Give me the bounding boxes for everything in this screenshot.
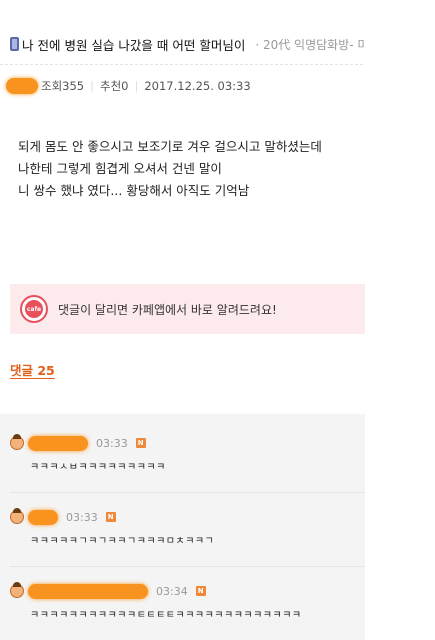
comment-meta: 03:33 N [10, 434, 365, 452]
comment-meta: 03:34 N [10, 582, 365, 600]
comment-time: 03:33 [66, 510, 98, 524]
commenter-name-redacted[interactable] [28, 435, 88, 451]
meta-separator: | [134, 79, 139, 93]
view-count: 조회355 [41, 79, 85, 93]
comment-meta: 03:33 N [10, 508, 365, 526]
cafe-logo-icon: cafe [20, 295, 48, 323]
comment-text: ㅋㅋㅋㅋㅋㅋㅋㅋㅋㅋㅋㅌㅌㅌㅌㅋㅋㅋㅋㅋㅋㅋㅋㅋㅋㅋㅋㅋ [30, 610, 302, 621]
post-meta: 조회355 | 추천0 | 2017.12.25. 03:33 [6, 74, 251, 98]
comment-divider [10, 492, 365, 493]
new-badge-icon: N [105, 512, 116, 522]
comment-time: 03:34 [156, 584, 188, 598]
comment-item: 03:34 N ㅋㅋㅋㅋㅋㅋㅋㅋㅋㅋㅋㅌㅌㅌㅌㅋㅋㅋㅋㅋㅋㅋㅋㅋㅋㅋㅋㅋ [10, 582, 365, 621]
comment-item: 03:33 N ㅋㅋㅋㅋㅋㄱㅋㄱㅋㅋㄱㅋㅋㅋㅁㅊㅋㅋㄱ [10, 508, 365, 547]
comments-count-link[interactable]: 댓글 25 [10, 360, 55, 379]
post-body-line: 니 쌍수 했냐 였다... 황당해서 아직도 기억남 [18, 183, 250, 198]
post-body-line: 되게 몸도 안 좋으시고 보조기로 겨우 걸으시고 말하셨는데 [18, 139, 322, 154]
right-gutter [365, 0, 435, 640]
banner-text: 댓글이 달리면 카페앱에서 바로 알려드려요! [58, 302, 277, 317]
comments-list: 03:33 N ㅋㅋㅋㅅㅂㅋㅋㅋㅋㅋㅋㅋㅋㅋ 03:33 N ㅋㅋㅋㅋㅋㄱㅋㄱㅋ… [0, 414, 365, 640]
title-divider [0, 64, 365, 65]
post-page: 나 전에 병원 실습 나갔을 때 어떤 할머님이 · 20代 익명담화방- 미 … [0, 0, 365, 640]
comment-item: 03:33 N ㅋㅋㅋㅅㅂㅋㅋㅋㅋㅋㅋㅋㅋㅋ [10, 434, 365, 473]
comment-time: 03:33 [96, 436, 128, 450]
post-title: 나 전에 병원 실습 나갔을 때 어떤 할머님이 [22, 37, 246, 53]
cafe-logo-text: cafe [25, 300, 43, 318]
board-name[interactable]: · 20代 익명담화방- 미 [255, 36, 365, 53]
like-count: 추천0 [100, 79, 129, 93]
new-badge-icon: N [135, 438, 146, 448]
post-title-row: 나 전에 병원 실습 나갔을 때 어떤 할머님이 · 20代 익명담화방- 미 [0, 30, 365, 58]
comment-text: ㅋㅋㅋㅋㅋㄱㅋㄱㅋㅋㄱㅋㅋㅋㅁㅊㅋㅋㄱ [30, 536, 215, 547]
author-name-redacted[interactable] [6, 78, 38, 94]
commenter-name-redacted[interactable] [28, 509, 58, 525]
avatar-icon[interactable] [10, 434, 24, 450]
meta-separator: | [90, 79, 94, 93]
mobile-phone-icon [10, 37, 19, 51]
new-badge-icon: N [195, 586, 206, 596]
avatar-icon[interactable] [10, 508, 24, 524]
app-notification-banner[interactable]: cafe 댓글이 달리면 카페앱에서 바로 알려드려요! [10, 284, 365, 334]
comment-text: ㅋㅋㅋㅅㅂㅋㅋㅋㅋㅋㅋㅋㅋㅋ [30, 462, 166, 473]
comment-divider [10, 566, 365, 567]
post-body: 되게 몸도 안 좋으시고 보조기로 겨우 걸으시고 말하셨는데 나한테 그렇게 … [18, 136, 358, 202]
post-body-line: 나한테 그렇게 힘겹게 오셔서 건넨 말이 [18, 161, 222, 176]
avatar-icon[interactable] [10, 582, 24, 598]
post-date: 2017.12.25. 03:33 [144, 79, 251, 93]
commenter-name-redacted[interactable] [28, 583, 148, 599]
